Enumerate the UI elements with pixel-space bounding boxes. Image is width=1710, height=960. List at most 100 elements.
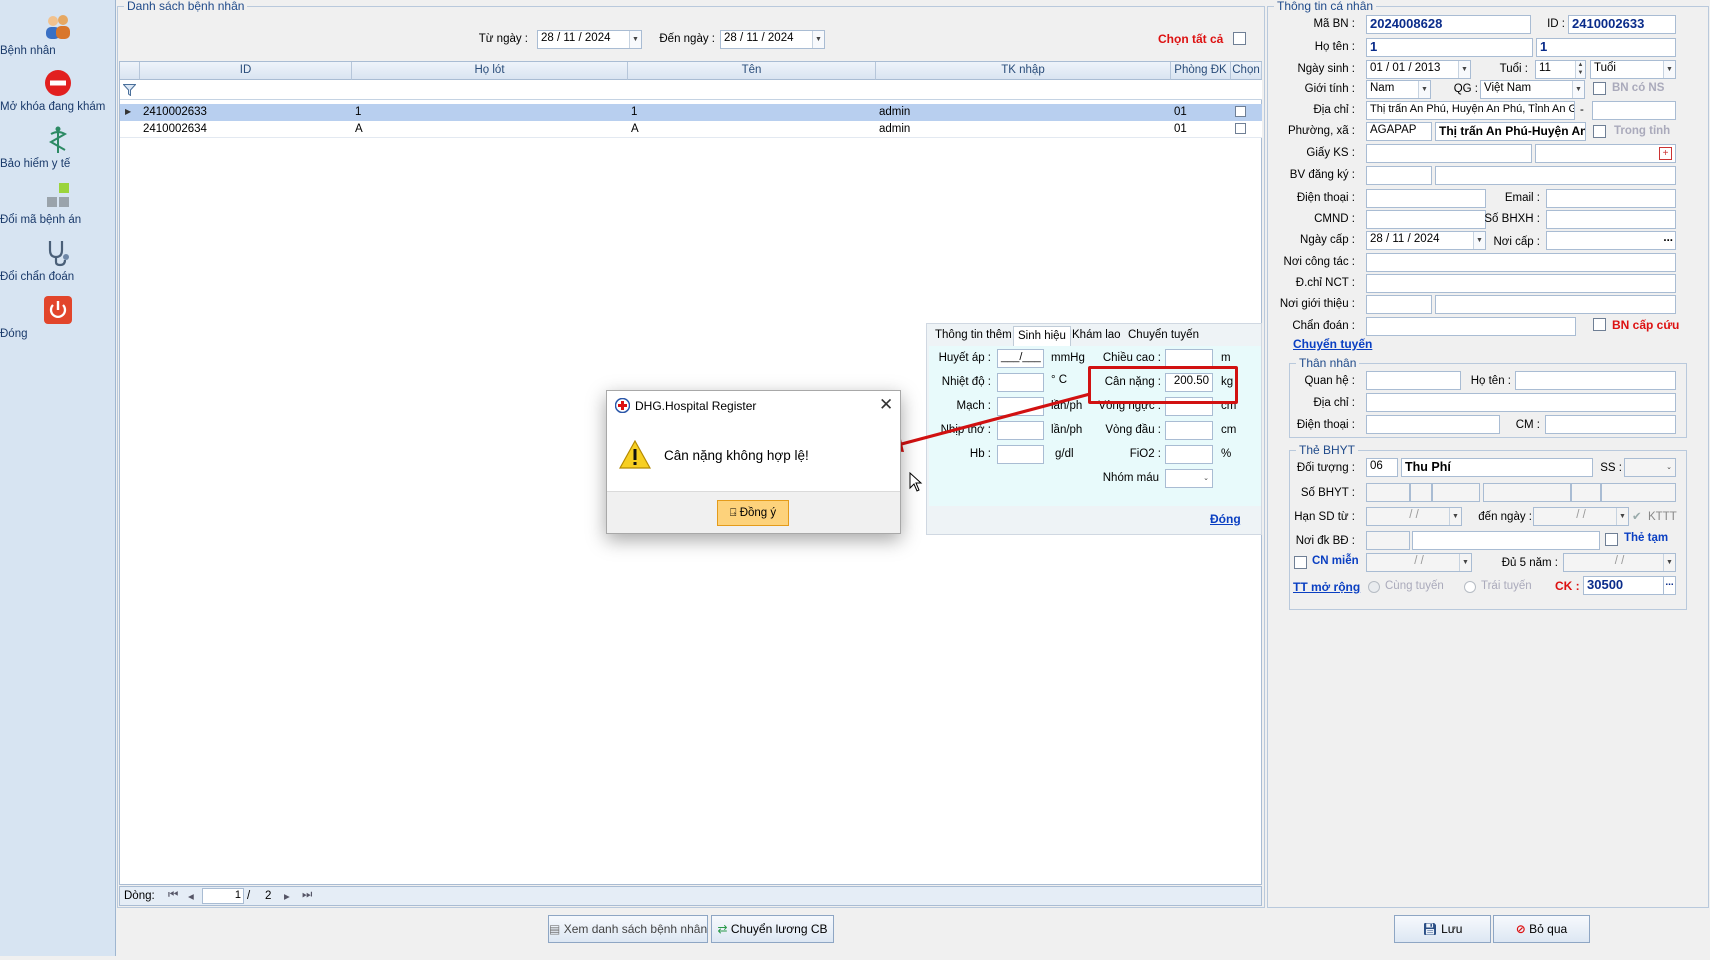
first-page-icon[interactable]: ⏮ — [168, 889, 178, 902]
pager-current-input[interactable]: 1 — [202, 888, 244, 904]
sidebar-item-change-diagnosis[interactable]: Đổi chẩn đoán — [0, 230, 116, 286]
ellipsis-icon[interactable]: ... — [1663, 232, 1673, 244]
filter-row[interactable] — [120, 80, 1262, 100]
chevron-down-icon[interactable]: ▼ — [1663, 554, 1675, 571]
huyet-ap-input[interactable]: ___/___ — [997, 349, 1044, 368]
bv-dang-ky-name-input[interactable] — [1435, 166, 1676, 185]
ellipsis-icon[interactable]: ... — [1663, 577, 1675, 594]
han-sd-from-picker[interactable]: / / ▼ — [1366, 507, 1462, 526]
fio2-input[interactable] — [1165, 445, 1213, 464]
dia-chi-extra-input[interactable] — [1592, 101, 1676, 120]
from-date-picker[interactable]: 28 / 11 / 2024 ▼ — [537, 30, 642, 49]
ma-bn-input[interactable]: 2024008628 — [1366, 15, 1531, 34]
filter-icon[interactable] — [123, 84, 136, 96]
add-icon[interactable]: + — [1659, 147, 1672, 160]
prev-page-icon[interactable]: ◂ — [188, 889, 194, 903]
sidebar-item-close[interactable]: Đóng — [0, 287, 116, 343]
sidebar-item-change-record[interactable]: Đổi mã bệnh án — [0, 173, 116, 229]
so-bhyt-part4[interactable] — [1483, 483, 1571, 502]
dchi-nct-input[interactable] — [1366, 274, 1676, 293]
noi-cong-tac-input[interactable] — [1366, 253, 1676, 272]
so-bhxh-input[interactable] — [1546, 210, 1676, 229]
so-bhyt-part1[interactable] — [1366, 483, 1410, 502]
ten-input[interactable]: 1 — [1536, 38, 1676, 57]
chuyen-luong-button[interactable]: ⇄ Chuyển lương CB — [711, 915, 834, 943]
row-select-checkbox[interactable] — [1235, 106, 1246, 117]
qg-select[interactable]: Việt Nam ▼ — [1480, 80, 1585, 99]
ss-select[interactable]: ⌄ — [1624, 458, 1676, 477]
email-input[interactable] — [1546, 189, 1676, 208]
chevron-down-icon[interactable]: ▼ — [1616, 508, 1628, 525]
tuoi-unit-select[interactable]: Tuổi ▼ — [1590, 60, 1676, 79]
column-header-ho-lot[interactable]: Họ lót — [352, 62, 628, 80]
bn-co-ns-checkbox[interactable] — [1593, 82, 1606, 95]
view-patient-list-button[interactable]: ▤ Xem danh sách bệnh nhân — [548, 915, 708, 943]
row-select-checkbox[interactable] — [1235, 123, 1246, 134]
so-bhyt-part5[interactable] — [1571, 483, 1601, 502]
chevron-down-icon[interactable]: ▼ — [1572, 81, 1584, 98]
tab-thong-tin-them[interactable]: Thông tin thêm — [931, 326, 1016, 346]
vitals-close-link[interactable]: Đóng — [1210, 512, 1241, 526]
chevron-down-icon[interactable]: ⌄ — [1663, 459, 1675, 476]
chevron-down-icon[interactable]: ▼ — [1458, 61, 1470, 78]
trong-tinh-checkbox[interactable] — [1593, 125, 1606, 138]
tab-chuyen-tuyen[interactable]: Chuyển tuyến — [1124, 326, 1203, 346]
select-all-checkbox[interactable] — [1233, 32, 1246, 45]
ho-lot-input[interactable]: 1 — [1366, 38, 1533, 57]
so-bhyt-part6[interactable] — [1601, 483, 1676, 502]
id-input[interactable]: 2410002633 — [1568, 15, 1676, 34]
giay-ks-extra-input[interactable]: + — [1535, 144, 1676, 163]
tab-kham-lao[interactable]: Khám lao — [1068, 326, 1125, 346]
cmnd-input[interactable] — [1366, 210, 1486, 229]
chuyen-tuyen-link[interactable]: Chuyển tuyến — [1293, 337, 1372, 351]
bn-cap-cuu-checkbox[interactable] — [1593, 318, 1606, 331]
column-header-id[interactable]: ID — [140, 62, 352, 80]
cm-input[interactable] — [1545, 415, 1676, 434]
save-button[interactable]: 💾︎ Lưu — [1394, 915, 1491, 943]
dien-thoai-input[interactable] — [1366, 189, 1486, 208]
noi-dk-bd-code-input[interactable] — [1366, 531, 1410, 550]
chevron-down-icon[interactable]: ▼ — [1418, 81, 1430, 98]
doi-tuong-name-input[interactable]: Thu Phí — [1401, 458, 1593, 477]
han-sd-to-picker[interactable]: / / ▼ — [1533, 507, 1629, 526]
cung-tuyen-radio[interactable] — [1368, 581, 1380, 593]
last-page-icon[interactable]: ⏭ — [302, 889, 312, 902]
relative-dien-thoai-input[interactable] — [1366, 415, 1500, 434]
vong-dau-input[interactable] — [1165, 421, 1213, 440]
chevron-down-icon[interactable]: ▼ — [629, 31, 641, 48]
bv-dang-ky-code-input[interactable] — [1366, 166, 1432, 185]
chan-doan-input[interactable] — [1366, 317, 1576, 336]
phuong-xa-code-input[interactable]: AGAPAP — [1366, 122, 1432, 141]
tt-mo-rong-link[interactable]: TT mở rộng — [1293, 580, 1360, 594]
column-header-chon[interactable]: Chọn — [1231, 62, 1262, 80]
noi-dk-bd-name-input[interactable] — [1412, 531, 1600, 550]
tuoi-input[interactable]: 11 ▲ ▼ — [1535, 60, 1586, 79]
ck-input[interactable]: 30500 ... — [1583, 576, 1676, 595]
quan-he-input[interactable] — [1366, 371, 1461, 390]
to-date-picker[interactable]: 28 / 11 / 2024 ▼ — [720, 30, 825, 49]
column-header-phong-dk[interactable]: Phòng ĐK — [1171, 62, 1231, 80]
chevron-down-icon[interactable]: ▼ — [1449, 508, 1461, 525]
chevron-down-icon[interactable]: ▼ — [812, 31, 824, 48]
ngay-cap-picker[interactable]: 28 / 11 / 2024 ▼ — [1366, 231, 1486, 250]
noi-gioi-thieu-name-input[interactable] — [1435, 295, 1676, 314]
chevron-down-icon[interactable]: ▼ — [1663, 61, 1675, 78]
column-header-ten[interactable]: Tên — [628, 62, 876, 80]
noi-gioi-thieu-code-input[interactable] — [1366, 295, 1432, 314]
du-5-nam-picker[interactable]: / / ▼ — [1563, 553, 1676, 572]
relative-ho-ten-input[interactable] — [1515, 371, 1676, 390]
skip-button[interactable]: ⊘ Bỏ qua — [1493, 915, 1590, 943]
sidebar-item-patients[interactable]: Bệnh nhân — [0, 4, 116, 60]
spin-arrows-icon[interactable]: ▲ ▼ — [1575, 61, 1585, 78]
giay-ks-input[interactable] — [1366, 144, 1532, 163]
column-header-tk-nhap[interactable]: TK nhập — [876, 62, 1171, 80]
noi-cap-input[interactable]: ... — [1546, 231, 1676, 250]
dia-chi-input[interactable]: Thị trấn An Phú, Huyện An Phú, Tỉnh An G — [1366, 101, 1575, 120]
table-row[interactable]: 2410002634 A A admin 01 — [120, 121, 1262, 138]
relative-dia-chi-input[interactable] — [1366, 393, 1676, 412]
chevron-down-icon[interactable]: ▼ — [1459, 554, 1471, 571]
so-bhyt-part2[interactable] — [1410, 483, 1432, 502]
phuong-xa-name-input[interactable]: Thị trấn An Phú-Huyện An — [1435, 122, 1586, 141]
sidebar-item-unlock[interactable]: Mở khóa đang khám — [0, 60, 116, 116]
table-row[interactable]: ▶ 2410002633 1 1 admin 01 — [120, 104, 1262, 121]
